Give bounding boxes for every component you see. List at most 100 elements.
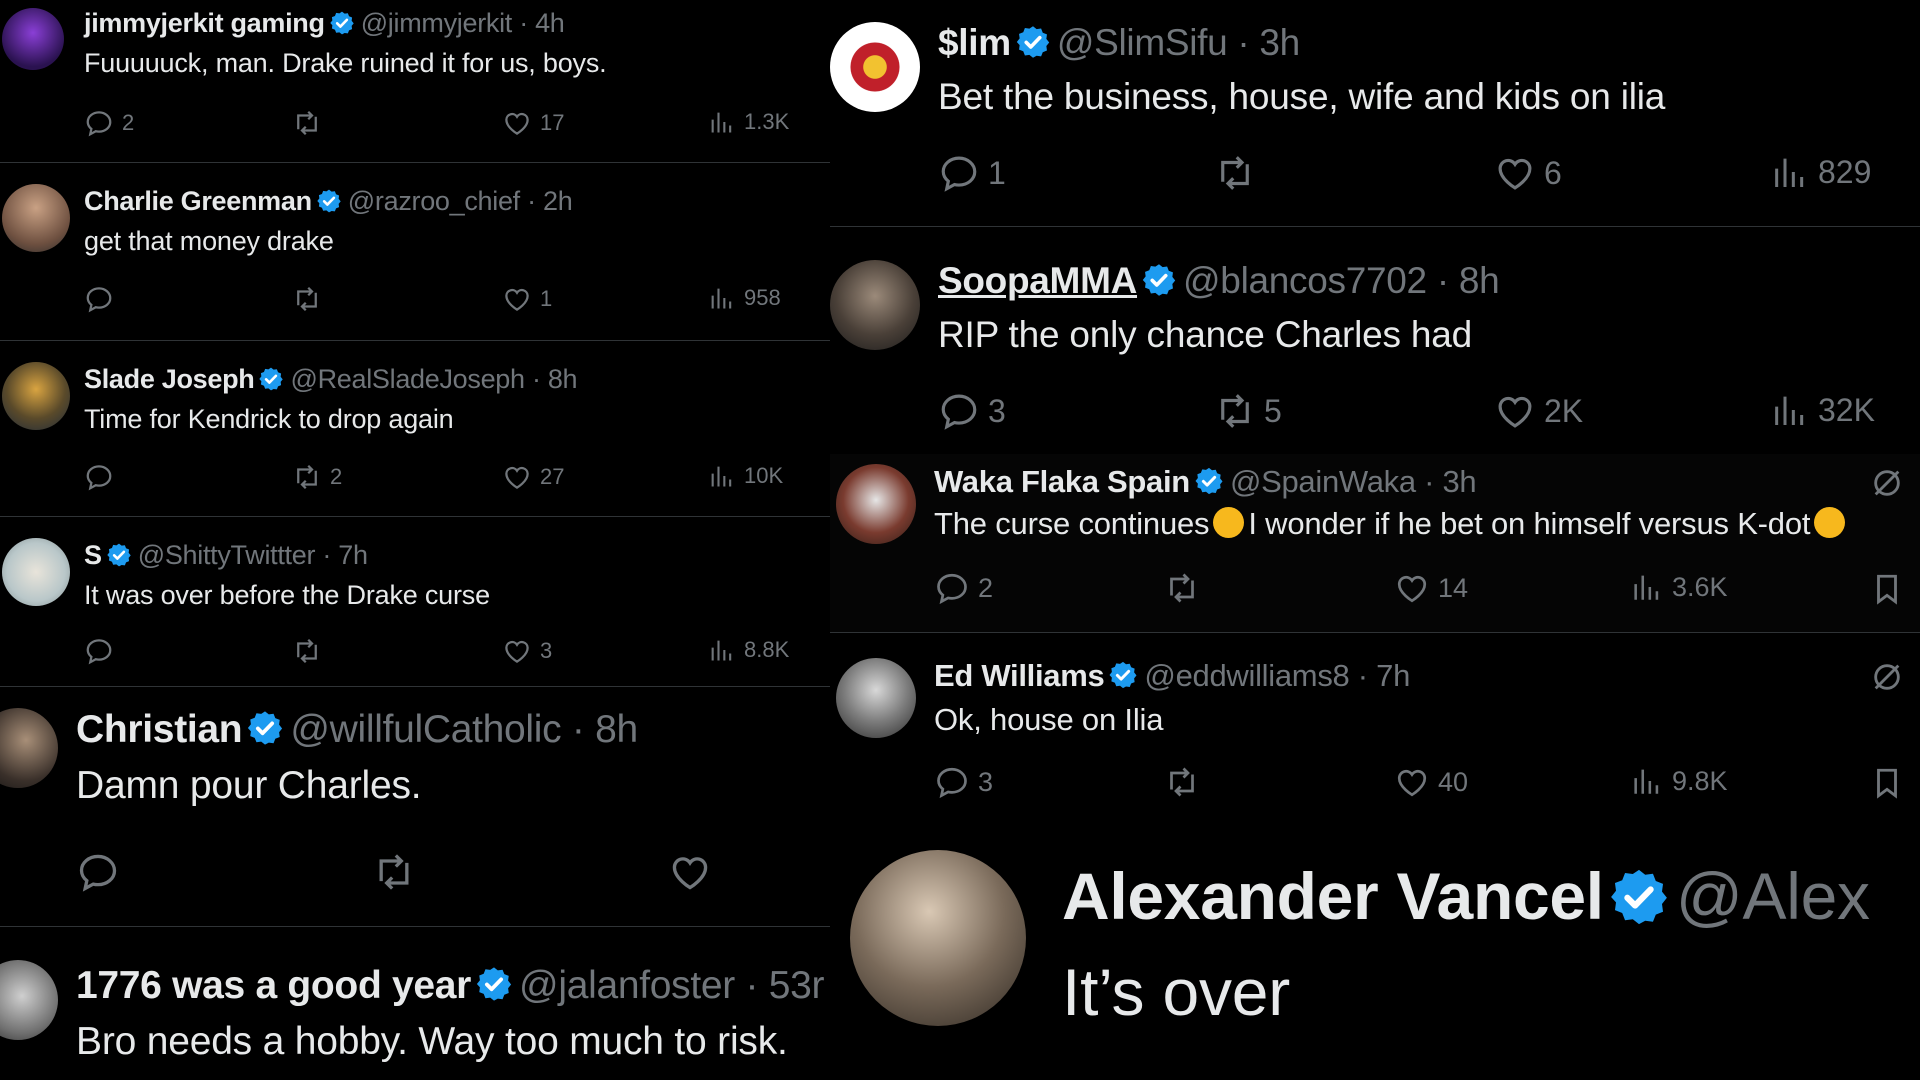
avatar[interactable] [830, 22, 920, 112]
display-name[interactable]: $lim [938, 22, 1011, 63]
reply-button[interactable]: 2 [84, 108, 134, 138]
tweet-text: Damn pour Charles. [76, 764, 422, 807]
display-name[interactable]: S [84, 540, 102, 570]
display-name[interactable]: jimmyjerkit gaming [84, 8, 325, 38]
retweet-button[interactable] [1164, 764, 1208, 800]
tweet-ed-williams[interactable]: Ed Williams @eddwilliams8 · 7h Ok, house … [830, 632, 1920, 828]
avatar[interactable] [0, 960, 58, 1040]
avatar[interactable] [830, 260, 920, 350]
handle[interactable]: @SpainWaka [1230, 464, 1416, 499]
display-name[interactable]: SoopaMMA [938, 260, 1137, 301]
like-button[interactable] [668, 850, 720, 894]
timestamp[interactable]: 3h [1442, 464, 1476, 499]
tweet-slim[interactable]: $lim @SlimSifu · 3h Bet the business, hou… [830, 0, 1920, 227]
handle[interactable]: @Alex [1676, 859, 1870, 933]
avatar[interactable] [2, 362, 70, 430]
retweet-button[interactable] [1164, 570, 1208, 606]
views-button[interactable]: 3.6K [1630, 570, 1728, 604]
retweet-button[interactable] [1214, 152, 1264, 194]
display-name[interactable]: 1776 was a good year [76, 964, 471, 1007]
avatar[interactable] [836, 658, 916, 738]
tweet-s[interactable]: S @ShittyTwittter · 7h It was over before… [0, 516, 830, 687]
views-button[interactable]: 10K [708, 462, 783, 490]
like-button[interactable]: 14 [1394, 570, 1468, 606]
display-name[interactable]: Waka Flaka Spain [934, 464, 1190, 499]
handle[interactable]: @jalanfoster [519, 964, 735, 1007]
views-button[interactable]: 32K [1770, 390, 1875, 430]
display-name[interactable]: Slade Joseph [84, 364, 255, 394]
timestamp[interactable]: 8h [548, 364, 578, 394]
tweet-waka-flaka-spain[interactable]: Waka Flaka Spain @SpainWaka · 3h The curs… [830, 454, 1920, 633]
display-name[interactable]: Alexander Vancel [1062, 859, 1604, 933]
grok-icon[interactable] [1870, 660, 1904, 694]
tweet-slade-joseph[interactable]: Slade Joseph @RealSladeJoseph · 8h Time f… [0, 340, 830, 517]
timestamp[interactable]: 8h [1459, 260, 1500, 301]
avatar[interactable] [2, 8, 64, 70]
reply-count: 1 [988, 154, 1006, 191]
retweet-button[interactable] [292, 108, 330, 138]
like-button[interactable]: 2K [1494, 390, 1583, 432]
avatar[interactable] [2, 538, 70, 606]
tweet-charlie-greenman[interactable]: Charlie Greenman @razroo_chief · 2h get t… [0, 162, 830, 341]
timestamp[interactable]: 7h [338, 540, 368, 570]
timestamp[interactable]: 8h [595, 708, 638, 751]
retweet-button[interactable] [372, 850, 424, 894]
handle[interactable]: @RealSladeJoseph [290, 364, 525, 394]
like-button[interactable]: 1 [502, 284, 552, 314]
reply-button[interactable]: 3 [934, 764, 993, 800]
views-button[interactable]: 9.8K [1630, 764, 1728, 798]
view-count: 1.3K [744, 109, 790, 134]
tweet-jimmyjerkit[interactable]: jimmyjerkit gaming @jimmyjerkit · 4h Fuuu… [0, 0, 830, 163]
retweet-button[interactable] [292, 636, 330, 666]
handle[interactable]: @blancos7702 [1183, 260, 1427, 301]
like-button[interactable]: 40 [1394, 764, 1468, 800]
timestamp[interactable]: 53r [769, 964, 825, 1007]
avatar[interactable] [850, 850, 1026, 1026]
like-button[interactable]: 17 [502, 108, 564, 138]
avatar[interactable] [2, 184, 70, 252]
avatar[interactable] [836, 464, 916, 544]
reply-icon [84, 462, 114, 492]
reply-button[interactable] [84, 284, 122, 314]
tweet-1776[interactable]: 1776 was a good year @jalanfoster · 53r B… [0, 926, 830, 1080]
handle[interactable]: @eddwilliams8 [1144, 658, 1349, 693]
like-button[interactable]: 27 [502, 462, 564, 492]
handle[interactable]: @SlimSifu [1057, 22, 1228, 63]
reply-button[interactable] [84, 636, 122, 666]
retweet-button[interactable]: 2 [292, 462, 342, 492]
timestamp[interactable]: 4h [535, 8, 565, 38]
display-name[interactable]: Ed Williams [934, 658, 1105, 693]
views-button[interactable]: 829 [1770, 152, 1871, 192]
timestamp[interactable]: 7h [1376, 658, 1410, 693]
tweet-christian[interactable]: Christian @willfulCatholic · 8h Damn pour… [0, 686, 830, 927]
avatar[interactable] [0, 708, 58, 788]
views-button[interactable]: 1.3K [708, 108, 789, 136]
handle[interactable]: @ShittyTwittter [138, 540, 316, 570]
tweet-header: Slade Joseph @RealSladeJoseph · 8h [84, 364, 578, 395]
reply-button[interactable]: 2 [934, 570, 993, 606]
reply-button[interactable]: 1 [938, 152, 1006, 194]
reply-button[interactable] [84, 462, 122, 492]
retweet-button[interactable]: 5 [1214, 390, 1282, 432]
reply-button[interactable] [76, 850, 128, 894]
display-name[interactable]: Charlie Greenman [84, 186, 312, 216]
retweet-button[interactable] [292, 284, 330, 314]
bookmark-icon[interactable] [1870, 766, 1904, 800]
handle[interactable]: @willfulCatholic [290, 708, 561, 751]
retweet-icon [292, 284, 322, 314]
tweet-soopamma[interactable]: SoopaMMA @blancos7702 · 8h RIP the only c… [830, 226, 1920, 454]
bookmark-icon[interactable] [1870, 572, 1904, 606]
tweet-alexander-vancel[interactable]: Alexander Vancel @Alex It’s over [830, 828, 1920, 1080]
handle[interactable]: @jimmyjerkit [361, 8, 513, 38]
display-name[interactable]: Christian [76, 708, 243, 751]
views-button[interactable]: 958 [708, 284, 781, 312]
like-button[interactable]: 3 [502, 636, 552, 666]
like-button[interactable]: 6 [1494, 152, 1562, 194]
handle[interactable]: @razroo_chief [348, 186, 520, 216]
reply-button[interactable]: 3 [938, 390, 1006, 432]
timestamp[interactable]: 2h [543, 186, 573, 216]
grok-icon[interactable] [1870, 466, 1904, 500]
views-button[interactable]: 8.8K [708, 636, 789, 664]
timestamp[interactable]: 3h [1259, 22, 1300, 63]
like-icon [502, 284, 532, 314]
